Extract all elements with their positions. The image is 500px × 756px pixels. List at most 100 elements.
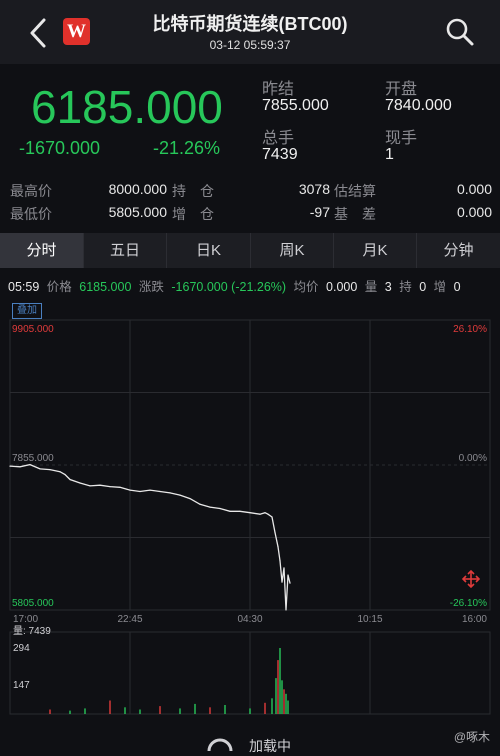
price-point [264,512,266,514]
price-point [199,503,201,505]
price-point [149,489,151,491]
price-point [89,485,91,487]
price-point [69,478,71,481]
volume-bar [159,706,161,714]
crosshair-info-bar: 05:59 价格 6185.000 涨跌 -1670.000 (-21.26%)… [8,276,500,294]
top-price-label: 9905.000 [12,324,54,335]
total-volume-value: 7439 [262,146,298,163]
est-settle-value: 0.000 [456,181,492,197]
volume-top-label: 294 [13,643,30,654]
price-point [9,465,11,467]
x-tick-label: 22:45 [117,614,142,625]
oi-change-value: -97 [309,204,330,220]
low-label: 最低价 [10,206,52,222]
info-oi-chg: 0 [453,280,461,294]
info-time: 05:59 [8,280,40,294]
price-point [271,516,273,518]
tab-monthly-k[interactable]: 月K [334,233,417,268]
price-point [64,473,66,476]
price-point [219,507,221,510]
price-point [289,582,291,584]
info-change: -1670.000 (-21.26%) [171,280,287,294]
open-value: 7840.000 [385,97,452,114]
info-avg: 0.000 [326,280,358,294]
price-point [259,513,261,515]
price-point [39,468,41,470]
price-point [49,469,51,471]
volume-bar [69,710,71,714]
price-point [279,560,281,562]
info-change-label: 涨跌 [138,280,164,294]
price-point [287,574,289,576]
price-point [119,486,121,488]
price-point [281,581,283,583]
tab-weekly-k[interactable]: 周K [251,233,334,268]
search-icon[interactable] [444,16,476,48]
prev-close-value: 7855.000 [262,97,329,114]
volume-bar [281,680,283,714]
bottom-pct-label: -26.10% [450,598,487,609]
volume-bar [285,693,287,714]
overlay-button[interactable]: 叠加 [12,303,42,319]
tab-minute[interactable]: 分钟 [417,233,500,268]
tab-five-day[interactable]: 五日 [84,233,167,268]
info-vol-label: 量 [364,280,378,294]
loading-spinner-icon [207,738,233,751]
price-change-pct: -21.26% [153,138,221,158]
price-point [239,510,241,512]
price-line-layer [9,463,291,611]
price-point [283,567,285,569]
x-tick-label: 17:00 [13,614,38,625]
basis-value: 0.000 [456,204,492,220]
info-oi-label: 持 [399,280,412,294]
price-change: -1670.000 [19,138,101,158]
price-chart-frame [9,319,491,611]
tab-intraday[interactable]: 分时 [0,233,84,268]
volume-bar [179,708,181,714]
price-point [139,490,141,493]
price-point [267,513,269,515]
total-volume-label: 总手 [262,130,295,147]
price-point [99,484,101,486]
loading-text: 加载中 [249,738,291,754]
volume-bar [249,708,251,714]
low-value: 5805.000 [108,204,167,220]
volume-bar [224,705,226,714]
app-header: W 比特币期货连续(BTC00) 03-12 05:59:37 [0,0,500,64]
current-volume-label: 现手 [385,130,418,147]
mid-pct-label: 0.00% [459,453,487,464]
price-point [59,471,61,473]
x-axis-ticks: 17:00 22:45 04:30 10:15 16:00 [13,614,487,625]
quote-datetime: 03-12 05:59:37 [209,38,291,52]
price-point [129,489,131,491]
tab-daily-k[interactable]: 日K [167,233,251,268]
fullscreen-icon[interactable] [461,569,481,589]
volume-chart-frame [9,631,491,715]
loading-indicator: 加载中 [205,733,345,754]
price-point [229,510,231,512]
volume-bar [279,648,281,714]
high-label: 最高价 [10,183,52,199]
page-title: 比特币期货连续(BTC00) [152,14,348,34]
price-line [9,463,291,611]
price-point [209,506,211,508]
mid-price-label: 7855.000 [12,453,54,464]
basis-label: 基 差 [334,206,376,222]
watermark: @啄木 [453,730,490,744]
price-point [19,466,21,468]
volume-bar [124,707,126,714]
volume-bar [287,700,289,714]
volume-bars-layer [49,648,289,714]
x-tick-label: 16:00 [462,614,487,625]
top-pct-label: 26.10% [453,324,487,335]
price-point [29,464,31,466]
est-settle-label: 估结算 [334,183,376,199]
price-point [189,498,191,500]
volume-bar [139,709,141,714]
volume-mid-label: 147 [13,680,30,691]
volume-title: 量: 7439 [13,625,51,637]
bottom-price-label: 5805.000 [12,598,54,609]
volume-bar [49,709,51,714]
info-vol: 3 [384,280,392,294]
oi-value: 3078 [298,181,330,197]
